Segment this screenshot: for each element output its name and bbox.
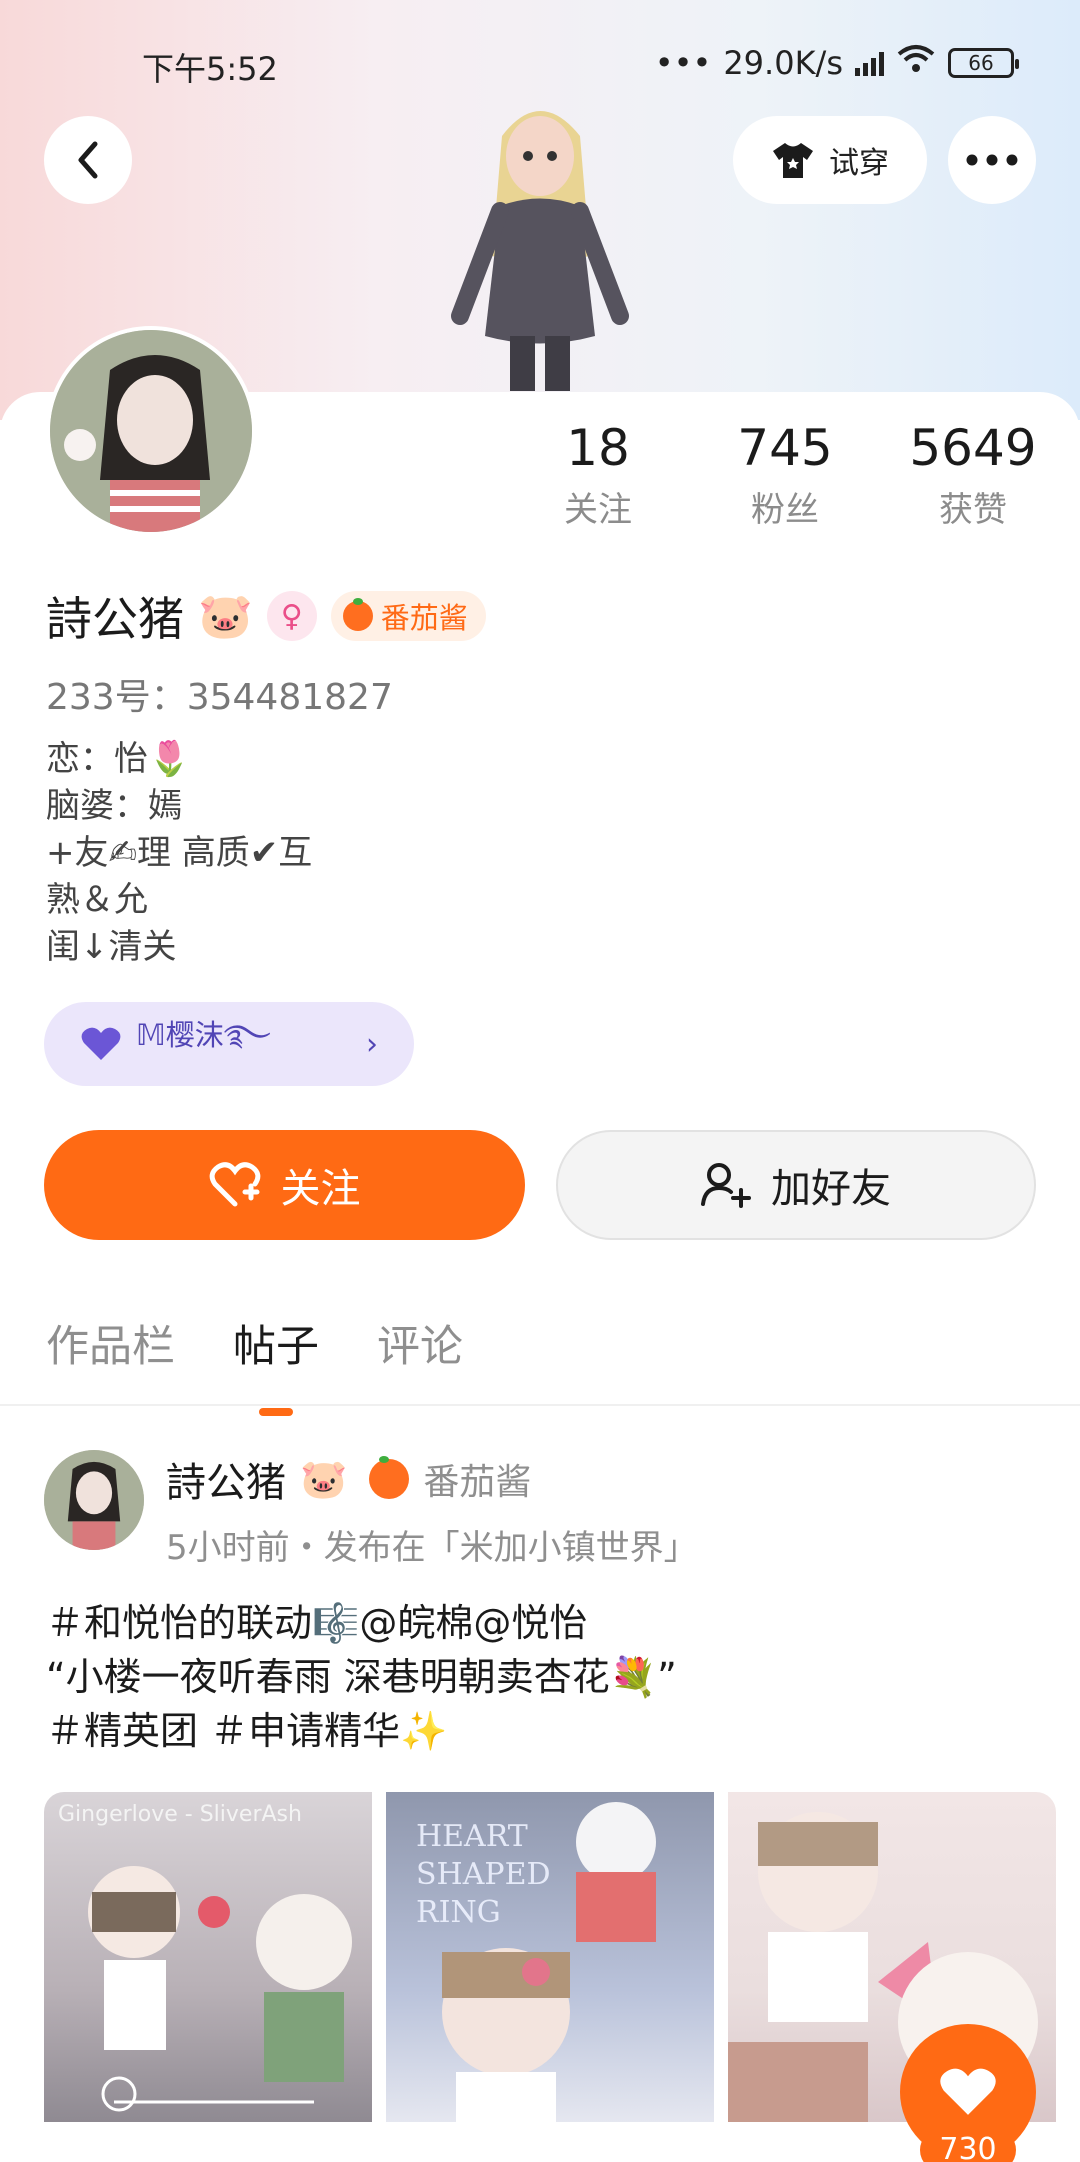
- profile-stats: 18 关注 745 粉丝 5649 获赞: [0, 418, 1080, 538]
- chevron-right-icon: ›: [366, 1026, 378, 1062]
- tab-comments[interactable]: 评论: [377, 1312, 463, 1374]
- post-text[interactable]: ＃和悦怡的联动🎼@皖棉@悦怡 “小楼一夜听春雨 深巷明朝卖杏花💐” ＃精英团 ＃…: [46, 1596, 677, 1758]
- post-meta: 5小时前・发布在「米加小镇世界」: [166, 1528, 698, 1568]
- add-friend-label: 加好友: [771, 1166, 891, 1212]
- thumb-caption: HEART SHAPED RING: [416, 1819, 551, 1930]
- name-row: 詩公猪 🐷 ♀ 番茄酱: [46, 586, 486, 646]
- follow-label: 关注: [280, 1166, 361, 1212]
- stat-value: 5649: [909, 419, 1037, 477]
- avatar-3d-figure: [451, 111, 629, 391]
- stat-label: 关注: [564, 490, 632, 530]
- ellipsis-icon: [966, 154, 1018, 166]
- stat-likes[interactable]: 5649 获赞: [883, 418, 1063, 531]
- status-time: 下午5:52: [142, 50, 278, 88]
- post-image-1[interactable]: Gingerlove - SliverAsh: [44, 1792, 372, 2122]
- stat-label: 获赞: [939, 490, 1007, 530]
- post-image-2[interactable]: HEART SHAPED RING: [386, 1792, 714, 2122]
- tab-posts[interactable]: 帖子: [233, 1312, 319, 1416]
- more-dots-icon: •••: [654, 44, 712, 82]
- female-icon: ♀: [266, 591, 317, 641]
- profile-tag-badge[interactable]: 番茄酱: [330, 591, 486, 641]
- add-friend-button[interactable]: 加好友: [556, 1130, 1036, 1240]
- wifi-icon: [896, 44, 936, 82]
- post-header: 詩公猪 🐷 番茄酱: [166, 1454, 532, 1506]
- stat-followers[interactable]: 745 粉丝: [695, 418, 875, 531]
- add-user-icon: [701, 1163, 751, 1208]
- post-author-avatar[interactable]: [44, 1450, 144, 1550]
- status-right: ••• 29.0K/s 66: [654, 44, 1019, 82]
- fan-club-label: 𝕄樱沫࿐: [136, 1018, 271, 1052]
- like-count: 730: [920, 2128, 1016, 2162]
- profile-bio: 恋：怡🌷 脑婆：嫣 +友✍理 高质✔互 熟＆允 闺↓清关: [46, 739, 313, 967]
- heart-plus-icon: [209, 1162, 260, 1207]
- tab-works[interactable]: 作品栏: [46, 1312, 175, 1374]
- battery-icon: 66: [948, 48, 1019, 78]
- stat-value: 18: [566, 419, 630, 477]
- heart-icon: [81, 1027, 121, 1060]
- stat-value: 745: [737, 419, 833, 477]
- post-author-tag: 番茄酱: [423, 1462, 532, 1503]
- stat-following[interactable]: 18 关注: [508, 418, 688, 531]
- pig-emoji-icon: 🐷: [300, 1456, 348, 1501]
- post-author-name[interactable]: 詩公猪: [166, 1450, 286, 1508]
- stat-label: 粉丝: [751, 490, 819, 530]
- follow-button[interactable]: 关注: [44, 1130, 525, 1240]
- profile-tabs: 作品栏 帖子 评论: [46, 1312, 463, 1416]
- user-id[interactable]: 233号：354481827: [46, 668, 393, 720]
- chevron-left-icon: [78, 141, 98, 179]
- fan-club-button[interactable]: 𝕄樱沫࿐ ›: [44, 1002, 414, 1086]
- tabs-divider: [0, 1404, 1080, 1406]
- profile-name: 詩公猪: [46, 592, 184, 646]
- try-on-button[interactable]: 试穿: [733, 116, 927, 204]
- heart-icon: [940, 2068, 996, 2115]
- tomato-icon: [369, 1456, 410, 1499]
- tshirt-icon: [773, 143, 813, 178]
- signal-icon: [855, 50, 884, 76]
- thumb-caption: Gingerlove - SliverAsh: [58, 1802, 302, 1827]
- try-on-label: 试穿: [829, 146, 889, 181]
- back-button[interactable]: [44, 116, 132, 204]
- more-options-button[interactable]: [948, 116, 1036, 204]
- pig-emoji-icon: 🐷: [198, 591, 253, 642]
- net-speed: 29.0K/s: [723, 44, 843, 82]
- tomato-icon: [342, 598, 373, 631]
- status-bar: 下午5:52 ••• 29.0K/s 66: [0, 38, 1080, 88]
- profile-tag-label: 番茄酱: [380, 601, 468, 635]
